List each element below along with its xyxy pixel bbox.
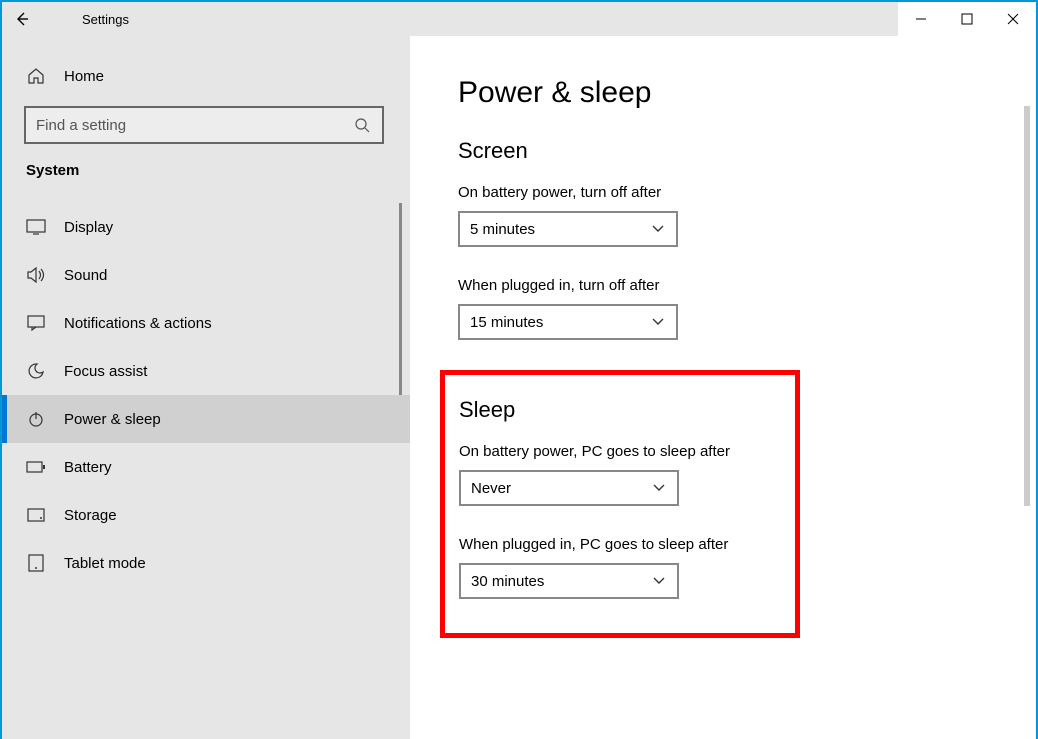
sleep-plugged-label: When plugged in, PC goes to sleep after — [459, 536, 765, 553]
screen-plugged-label: When plugged in, turn off after — [458, 277, 988, 294]
nav-item-storage[interactable]: Storage — [2, 491, 410, 539]
search-icon — [352, 115, 372, 135]
nav-list: Display Sound Notifications & actions Fo… — [2, 203, 410, 587]
maximize-button[interactable] — [944, 2, 990, 36]
sleep-plugged-dropdown[interactable]: 30 minutes — [459, 563, 679, 599]
minimize-icon — [915, 13, 927, 25]
sleep-battery-label: On battery power, PC goes to sleep after — [459, 443, 765, 460]
power-icon — [26, 409, 46, 429]
close-icon — [1007, 13, 1019, 25]
nav-label: Focus assist — [64, 363, 147, 380]
sleep-battery-dropdown[interactable]: Never — [459, 470, 679, 506]
nav-label: Battery — [64, 459, 112, 476]
close-button[interactable] — [990, 2, 1036, 36]
chevron-down-icon — [650, 314, 666, 330]
sidebar-category: System — [2, 162, 410, 203]
title-bar: Settings — [2, 2, 1036, 36]
arrow-left-icon — [14, 11, 30, 27]
nav-item-notifications[interactable]: Notifications & actions — [2, 299, 410, 347]
focus-assist-icon — [26, 361, 46, 381]
notifications-icon — [26, 313, 46, 333]
tablet-icon — [26, 553, 46, 573]
dropdown-value: 5 minutes — [470, 221, 650, 238]
display-icon — [26, 217, 46, 237]
home-icon — [26, 66, 46, 86]
screen-heading: Screen — [458, 138, 988, 164]
nav-item-power-sleep[interactable]: Power & sleep — [2, 395, 410, 443]
sleep-highlight-box: Sleep On battery power, PC goes to sleep… — [440, 370, 800, 638]
minimize-button[interactable] — [898, 2, 944, 36]
window-controls — [898, 2, 1036, 36]
nav-item-battery[interactable]: Battery — [2, 443, 410, 491]
nav-item-sound[interactable]: Sound — [2, 251, 410, 299]
nav-home-label: Home — [64, 68, 104, 85]
main-scrollbar[interactable] — [1024, 106, 1030, 506]
search-input[interactable] — [36, 117, 352, 134]
nav-item-focus-assist[interactable]: Focus assist — [2, 347, 410, 395]
nav-label: Power & sleep — [64, 411, 161, 428]
main-content: Power & sleep Screen On battery power, t… — [410, 36, 1036, 739]
maximize-icon — [961, 13, 973, 25]
nav-item-tablet-mode[interactable]: Tablet mode — [2, 539, 410, 587]
chevron-down-icon — [651, 480, 667, 496]
screen-plugged-dropdown[interactable]: 15 minutes — [458, 304, 678, 340]
nav-label: Sound — [64, 267, 107, 284]
window-title: Settings — [42, 12, 129, 27]
chevron-down-icon — [650, 221, 666, 237]
sidebar: Home System Display Sound N — [2, 36, 410, 739]
sleep-heading: Sleep — [459, 397, 765, 423]
battery-icon — [26, 457, 46, 477]
page-title: Power & sleep — [458, 76, 988, 110]
storage-icon — [26, 505, 46, 525]
nav-label: Storage — [64, 507, 117, 524]
screen-battery-label: On battery power, turn off after — [458, 184, 988, 201]
dropdown-value: 30 minutes — [471, 573, 651, 590]
sound-icon — [26, 265, 46, 285]
nav-label: Tablet mode — [64, 555, 146, 572]
nav-label: Notifications & actions — [64, 315, 212, 332]
nav-label: Display — [64, 219, 113, 236]
screen-battery-dropdown[interactable]: 5 minutes — [458, 211, 678, 247]
chevron-down-icon — [651, 573, 667, 589]
dropdown-value: 15 minutes — [470, 314, 650, 331]
nav-item-display[interactable]: Display — [2, 203, 410, 251]
search-box[interactable] — [24, 106, 384, 144]
back-button[interactable] — [2, 2, 42, 36]
nav-home[interactable]: Home — [2, 56, 410, 106]
dropdown-value: Never — [471, 480, 651, 497]
